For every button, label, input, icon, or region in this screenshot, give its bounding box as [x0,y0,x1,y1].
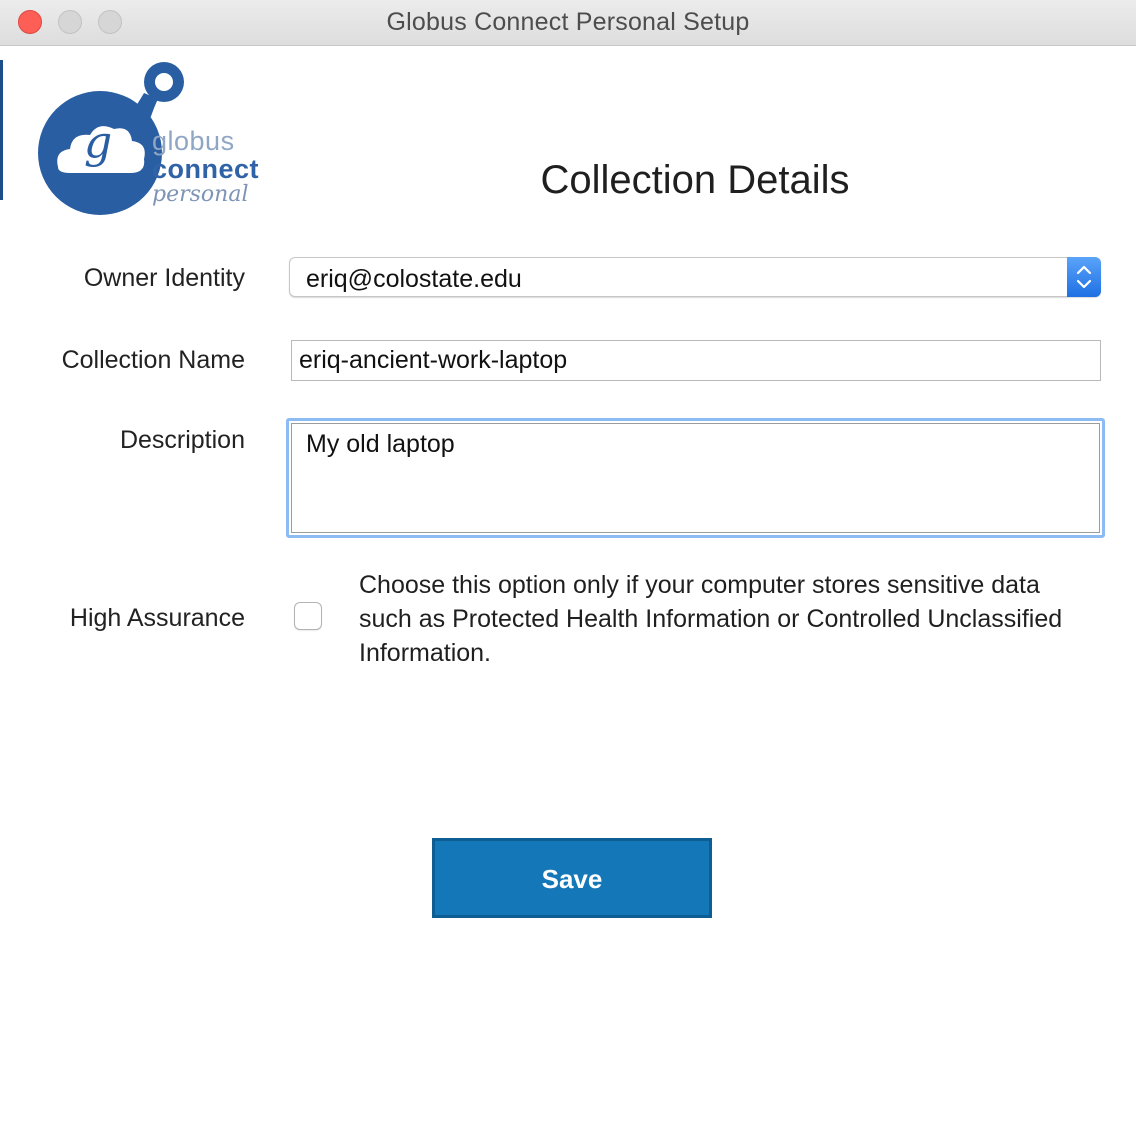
page-title: Collection Details [540,158,850,202]
select-stepper-icon[interactable] [1067,257,1101,297]
high-assurance-checkbox[interactable] [294,602,322,630]
setup-window: Globus Connect Personal Setup g globus c… [0,0,1136,1128]
description-focus-ring: My old laptop [286,418,1105,538]
window-title: Globus Connect Personal Setup [386,8,750,36]
description-label: Description [119,426,245,454]
collection-name-input[interactable] [291,340,1101,381]
logo-word-globus: globus [152,126,235,156]
owner-identity-select[interactable]: eriq@colostate.edu [289,257,1101,297]
title-bar[interactable]: Globus Connect Personal Setup [0,0,1136,46]
chevron-up-down-icon [1076,265,1092,289]
high-assurance-label: High Assurance [69,604,245,632]
collection-name-label: Collection Name [61,346,245,374]
save-button-label: Save [541,864,603,894]
description-textarea[interactable]: My old laptop [291,423,1100,533]
logo-word-personal: personal [152,182,249,207]
owner-identity-label: Owner Identity [83,264,245,292]
high-assurance-help-text: Choose this option only if your computer… [359,571,1063,667]
logo-word-connect: connect [152,154,260,184]
logo-wordmark: globus connect personal [152,126,259,208]
logo-mark-letter: g [84,117,113,168]
owner-identity-value: eriq@colostate.edu [306,265,522,293]
save-button[interactable]: Save [432,838,712,918]
background-window-edge [0,60,3,200]
